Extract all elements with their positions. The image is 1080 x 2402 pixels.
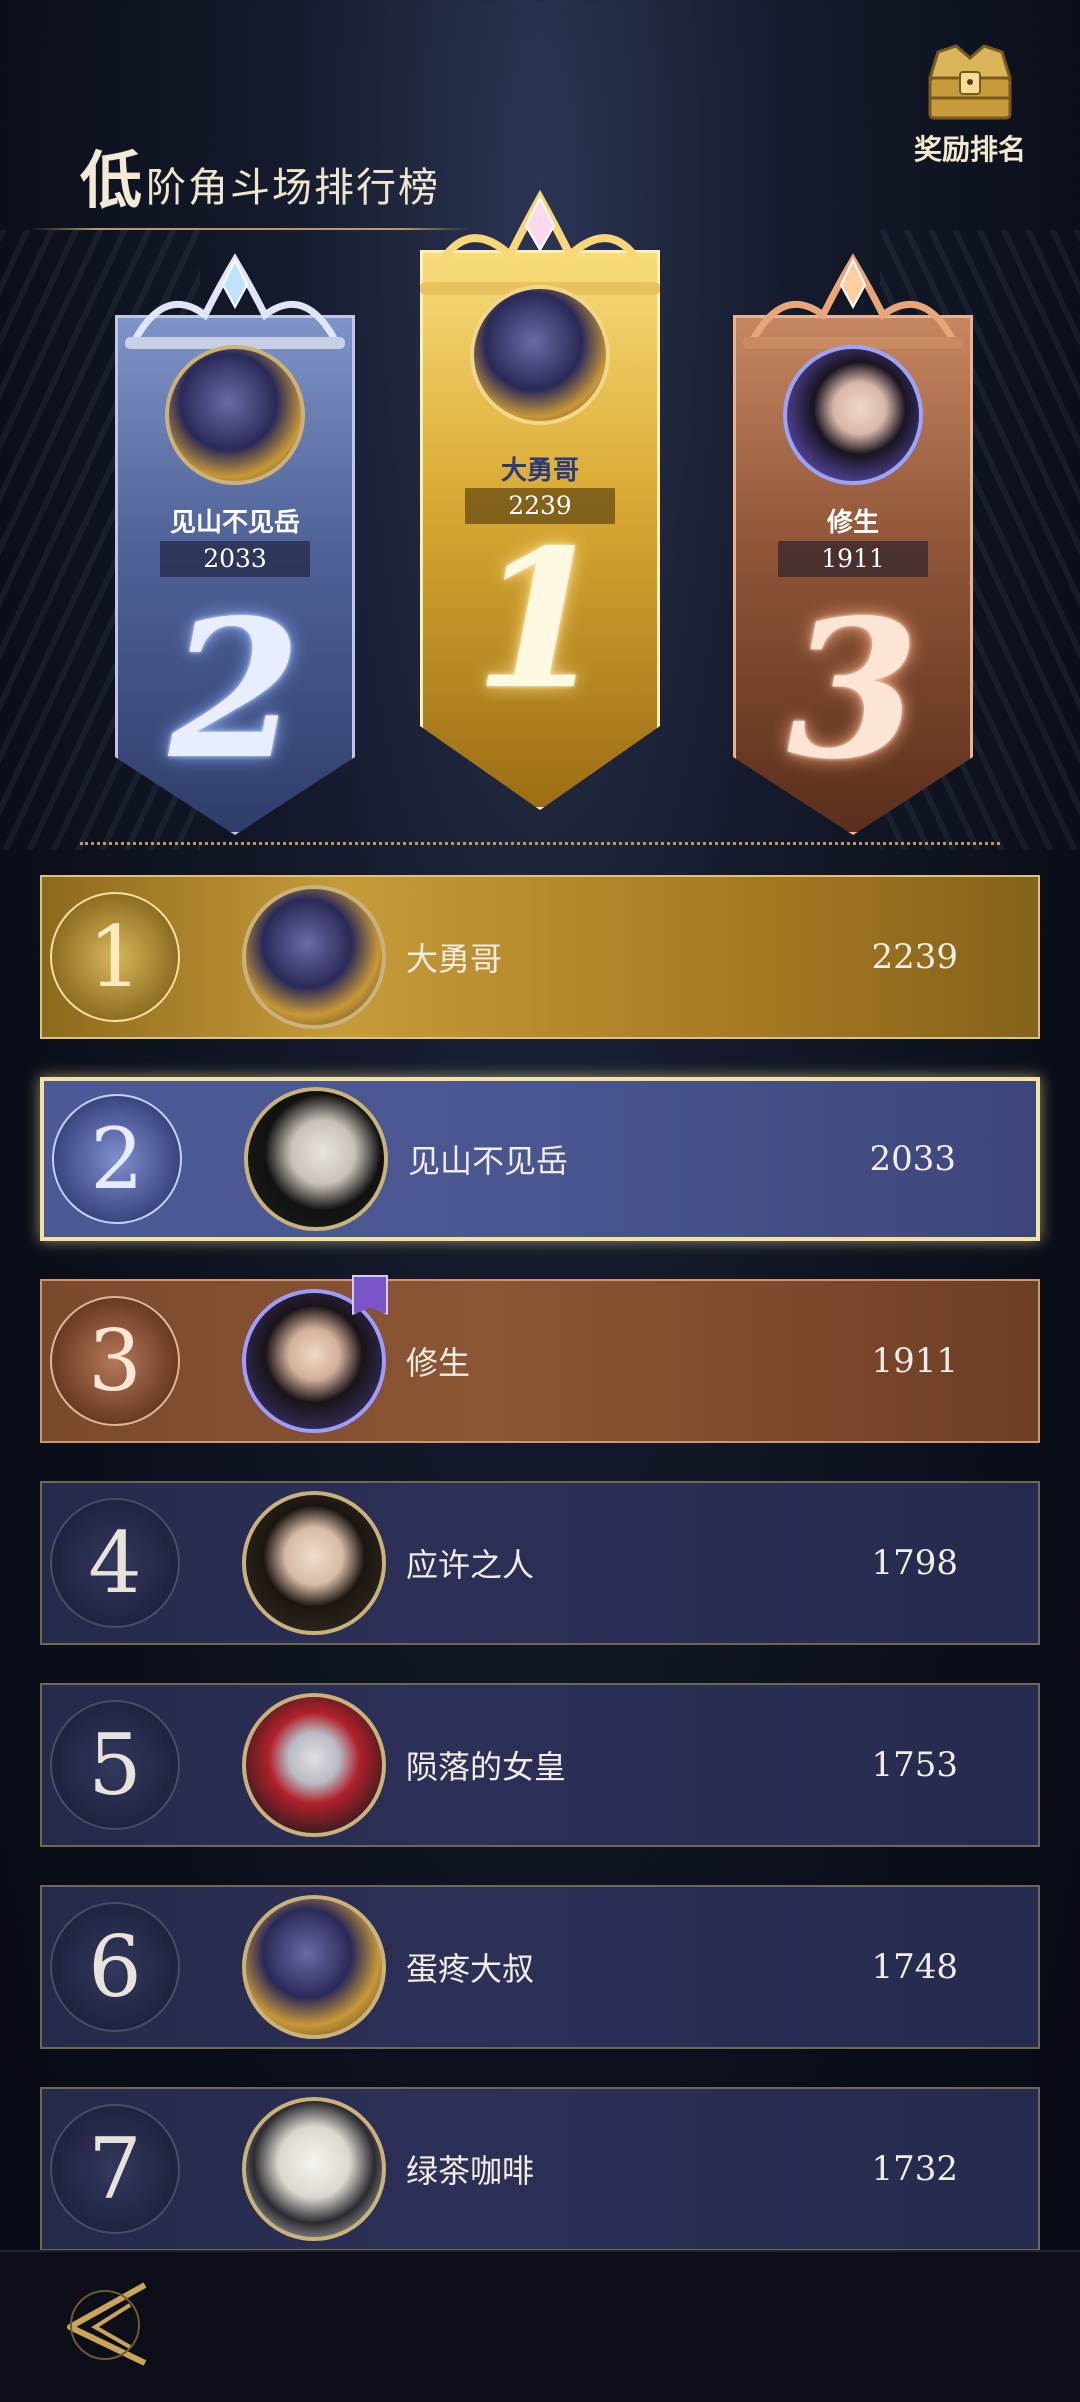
reward-ranking-label: 奖励排名 (913, 133, 1026, 166)
player-avatar[interactable] (242, 2097, 386, 2241)
ranking-row-4[interactable]: 4 应许之人 1798 (40, 1481, 1040, 1645)
ranking-row-6[interactable]: 6 蛋疼大叔 1748 (40, 1885, 1040, 2049)
player-score: 1753 (871, 1745, 958, 1785)
rank-number: 2 (52, 1094, 182, 1224)
rank-number: 3 (50, 1296, 180, 1426)
podium-third-score: 1911 (778, 541, 928, 577)
section-divider (40, 842, 1040, 846)
podium-third-avatar (783, 345, 923, 485)
podium-first-name: 大勇哥 (500, 456, 579, 486)
rank-number: 6 (50, 1902, 180, 2032)
player-avatar[interactable] (242, 1693, 386, 1837)
player-score: 1732 (871, 2149, 958, 2189)
player-name: 应许之人 (406, 1546, 535, 1584)
podium-second-avatar (165, 345, 305, 485)
podium-second-rank: 2 (168, 578, 302, 801)
podium-first-avatar (470, 285, 610, 425)
ranking-list: 1 大勇哥 2239 2 见山不见岳 2033 3 修生 1911 4 应许之人… (40, 875, 1040, 2289)
player-name: 蛋疼大叔 (406, 1950, 535, 1988)
rank-number: 4 (50, 1498, 180, 1628)
rank-number: 1 (50, 892, 180, 1022)
player-name: 大勇哥 (406, 940, 503, 978)
player-score: 1798 (871, 1543, 958, 1583)
reward-ranking-button[interactable]: 奖励排名 (910, 40, 1030, 168)
ranking-row-1[interactable]: 1 大勇哥 2239 (40, 875, 1040, 1039)
player-name: 陨落的女皇 (406, 1748, 567, 1786)
bottom-bar (0, 2250, 1080, 2402)
title-underline (30, 228, 470, 230)
player-score: 2033 (869, 1139, 956, 1179)
back-arrow-icon[interactable] (50, 2275, 160, 2370)
player-avatar[interactable] (242, 1895, 386, 2039)
bronze-crown-icon (743, 253, 963, 349)
rank-number: 7 (50, 2104, 180, 2234)
ranking-row-2[interactable]: 2 见山不见岳 2033 (40, 1077, 1040, 1241)
player-name: 见山不见岳 (408, 1142, 569, 1180)
treasure-chest-icon (927, 44, 1013, 120)
player-avatar[interactable] (242, 1491, 386, 1635)
player-avatar[interactable] (244, 1087, 388, 1231)
silver-crown-icon (125, 253, 345, 349)
player-avatar[interactable] (242, 1289, 386, 1433)
page-title: 低 阶角斗场排行榜 (80, 150, 440, 212)
player-name: 绿茶咖啡 (406, 2152, 535, 2190)
player-score: 1748 (871, 1947, 958, 1987)
podium-second-name: 见山不见岳 (169, 508, 300, 538)
page-title-text: 阶角斗场排行榜 (146, 165, 441, 211)
player-score: 2239 (871, 937, 958, 977)
page-title-first-char: 低 (80, 144, 143, 217)
podium-third-name: 修生 (826, 508, 879, 538)
bookmark-badge-icon (352, 1275, 388, 1315)
podium-first-rank: 1 (473, 508, 607, 731)
ranking-row-7[interactable]: 7 绿茶咖啡 1732 (40, 2087, 1040, 2251)
ranking-row-3[interactable]: 3 修生 1911 (40, 1275, 1040, 1443)
ranking-row-5[interactable]: 5 陨落的女皇 1753 (40, 1683, 1040, 1847)
gold-crown-icon (420, 190, 660, 295)
player-name: 修生 (406, 1344, 471, 1382)
player-avatar[interactable] (242, 885, 386, 1029)
player-score: 1911 (871, 1341, 958, 1381)
podium-third-rank: 3 (786, 578, 920, 801)
podium-second-score: 2033 (160, 541, 310, 577)
rank-number: 5 (50, 1700, 180, 1830)
